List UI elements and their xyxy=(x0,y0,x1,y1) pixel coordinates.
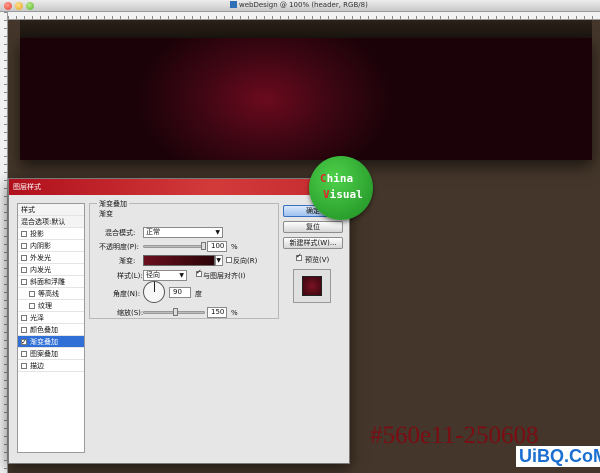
gradient-swatch[interactable] xyxy=(143,255,215,266)
vertical-ruler[interactable] xyxy=(0,12,8,473)
opacity-slider[interactable] xyxy=(143,245,205,248)
angle-label: 角度(N): xyxy=(113,290,141,298)
panel-subheading: 渐变 xyxy=(99,210,113,218)
style-checkbox[interactable] xyxy=(21,267,27,273)
angle-unit: 度 xyxy=(195,290,202,298)
close-window-button[interactable] xyxy=(4,2,12,10)
gradient-style-select[interactable]: 径向 ▼ xyxy=(143,270,187,281)
china-visual-logo: China Visual xyxy=(309,156,373,220)
style-item-inner-shadow[interactable]: 内阴影 xyxy=(18,240,84,252)
style-item-pattern-overlay[interactable]: 图案叠加 xyxy=(18,348,84,360)
styles-list: 样式 混合选项:默认 投影 内阴影 外发光 内发光 斜面和浮雕 等高线 纹理 光… xyxy=(17,203,85,453)
reverse-checkbox[interactable] xyxy=(226,257,232,263)
angle-dial-needle xyxy=(154,282,155,292)
style-checkbox[interactable] xyxy=(21,351,27,357)
dialog-title: 图层样式 xyxy=(13,183,41,191)
preview-swatch xyxy=(302,276,322,296)
blend-mode-select[interactable]: 正常 ▼ xyxy=(143,227,223,238)
align-with-layer-label: 与图层对齐(I) xyxy=(203,272,246,280)
site-watermark: UiBQ.CoM xyxy=(516,446,600,467)
minimize-window-button[interactable] xyxy=(15,2,23,10)
style-checkbox[interactable] xyxy=(29,291,35,297)
opacity-label: 不透明度(P): xyxy=(99,243,140,251)
header-gradient-band xyxy=(20,38,592,160)
scale-input[interactable]: 150 xyxy=(207,307,227,318)
styles-list-header[interactable]: 样式 xyxy=(18,204,84,216)
style-checkbox[interactable] xyxy=(21,231,27,237)
style-checkbox[interactable] xyxy=(21,315,27,321)
style-item-satin[interactable]: 光泽 xyxy=(18,312,84,324)
preview-checkbox[interactable] xyxy=(296,252,302,261)
style-item-stroke[interactable]: 描边 xyxy=(18,360,84,372)
style-item-outer-glow[interactable]: 外发光 xyxy=(18,252,84,264)
document-titlebar: webDesign @ 100% (header, RGB/8) xyxy=(0,0,600,12)
style-item-gradient-overlay[interactable]: 渐变叠加 xyxy=(18,336,84,348)
style-item-inner-glow[interactable]: 内发光 xyxy=(18,264,84,276)
style-item-texture[interactable]: 纹理 xyxy=(18,300,84,312)
angle-dial[interactable] xyxy=(143,281,165,303)
style-checkbox[interactable] xyxy=(21,363,27,369)
chevron-down-icon: ▼ xyxy=(215,229,220,236)
psd-file-icon xyxy=(230,1,237,8)
document-title: webDesign @ 100% (header, RGB/8) xyxy=(230,1,368,9)
scale-label: 缩放(S): xyxy=(117,309,144,317)
blend-mode-label: 混合模式: xyxy=(105,229,136,237)
dialog-titlebar[interactable]: 图层样式 x xyxy=(9,179,349,195)
style-item-drop-shadow[interactable]: 投影 xyxy=(18,228,84,240)
align-with-layer-checkbox[interactable] xyxy=(196,268,202,277)
layer-style-dialog: 图层样式 x 样式 混合选项:默认 投影 内阴影 外发光 内发光 斜面和浮雕 等… xyxy=(8,178,350,464)
gradient-hex-annotation: #560e11-250608 xyxy=(370,422,539,449)
header-top-strip xyxy=(20,20,592,38)
scale-slider-thumb[interactable] xyxy=(173,308,178,316)
chevron-down-icon: ▼ xyxy=(179,272,184,279)
blend-options-item[interactable]: 混合选项:默认 xyxy=(18,216,84,228)
reverse-label: 反向(R) xyxy=(233,257,258,265)
style-checkbox[interactable] xyxy=(21,255,27,261)
style-label: 样式(L): xyxy=(117,272,143,280)
horizontal-ruler[interactable] xyxy=(8,12,600,20)
photoshop-screen: webDesign @ 100% (header, RGB/8) 图层样式 x … xyxy=(0,0,600,473)
style-checkbox[interactable] xyxy=(21,243,27,249)
opacity-input[interactable]: 100 xyxy=(207,241,227,252)
style-checkbox[interactable] xyxy=(21,336,27,348)
gradient-picker-button[interactable]: ▼ xyxy=(215,255,223,266)
opacity-slider-thumb[interactable] xyxy=(201,242,206,250)
chevron-down-icon: ▼ xyxy=(216,257,221,264)
panel-legend: 渐变叠加 xyxy=(97,199,129,209)
style-item-contour[interactable]: 等高线 xyxy=(18,288,84,300)
opacity-unit: % xyxy=(231,243,238,251)
style-item-bevel-emboss[interactable]: 斜面和浮雕 xyxy=(18,276,84,288)
style-preview-thumbnail xyxy=(293,269,331,303)
zoom-window-button[interactable] xyxy=(26,2,34,10)
style-checkbox[interactable] xyxy=(29,303,35,309)
reset-button[interactable]: 复位 xyxy=(283,221,343,233)
scale-unit: % xyxy=(231,309,238,317)
preview-label: 预览(V) xyxy=(305,256,330,264)
style-item-color-overlay[interactable]: 颜色叠加 xyxy=(18,324,84,336)
angle-input[interactable]: 90 xyxy=(169,287,191,298)
style-checkbox[interactable] xyxy=(21,279,27,285)
new-style-button[interactable]: 新建样式(W)... xyxy=(283,237,343,249)
gradient-label: 渐变: xyxy=(119,257,136,265)
style-checkbox[interactable] xyxy=(21,327,27,333)
